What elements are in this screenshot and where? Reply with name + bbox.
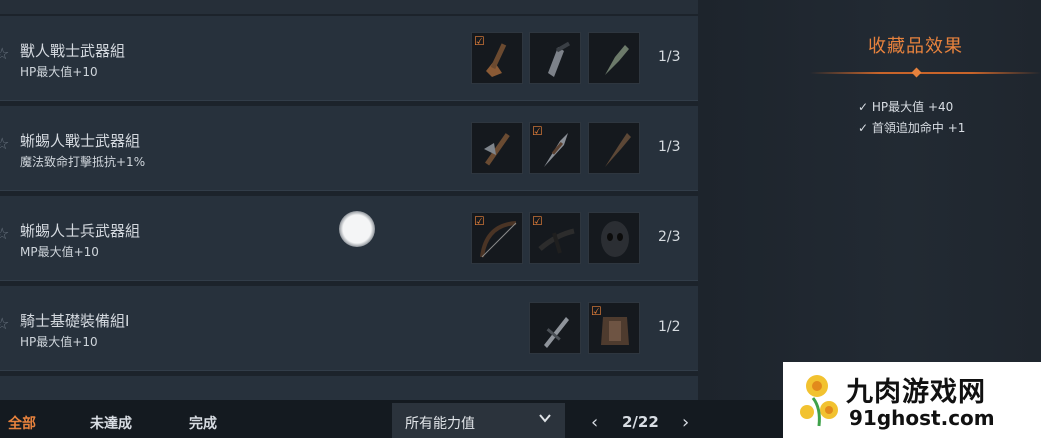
lizard-axe-icon[interactable] xyxy=(471,122,523,174)
set-name: 騎士基礎裝備組Ⅰ xyxy=(20,312,130,330)
owned-check-icon: ☑ xyxy=(591,304,602,318)
page-indicator: 2/22 xyxy=(622,413,659,431)
lizard-crossbow-icon[interactable]: ☑ xyxy=(529,212,581,264)
set-progress: 1/2 xyxy=(658,319,681,335)
collection-list: ☆ 獸人戰士武器組 HP最大值+10 ☑ 1/3 ☆ 蜥蜴人戰士武器組 魔法致命… xyxy=(0,0,698,400)
collection-row[interactable]: ☆ 獸人戰士武器組 HP最大值+10 ☑ 1/3 xyxy=(0,16,698,101)
favorite-star-icon[interactable]: ☆ xyxy=(0,224,9,243)
owned-check-icon: ☑ xyxy=(532,214,543,228)
owned-check-icon: ☑ xyxy=(532,124,543,138)
dropdown-value: 所有能力值 xyxy=(405,416,475,432)
watermark-url: 91ghost.com xyxy=(849,406,995,430)
knight-sword-icon[interactable] xyxy=(529,302,581,354)
flower-logo-icon xyxy=(800,375,838,427)
list-top-strip xyxy=(0,0,698,14)
set-bonus: MP最大值+10 xyxy=(20,245,99,259)
favorite-star-icon[interactable]: ☆ xyxy=(0,44,9,63)
effect-text: HP最大值 +40 xyxy=(871,100,954,114)
owned-check-icon: ☑ xyxy=(474,34,485,48)
set-bonus: 魔法致命打擊抵抗+1% xyxy=(20,155,146,169)
lizard-spear-icon[interactable]: ☑ xyxy=(529,122,581,174)
check-icon: ✓ xyxy=(858,121,869,135)
collection-row[interactable]: ☆ 騎士基礎裝備組Ⅰ HP最大值+10 ☑ 1/2 xyxy=(0,286,698,371)
orc-axe-icon[interactable]: ☑ xyxy=(471,32,523,84)
watermark: 九肉游戏网 91ghost.com xyxy=(783,362,1041,438)
collection-row[interactable]: ☆ 蜥蜴人戰士武器組 魔法致命打擊抵抗+1% ☑ 1/3 xyxy=(0,106,698,191)
knight-armor-icon[interactable]: ☑ xyxy=(588,302,640,354)
effect-item: ✓ HP最大值 +40 xyxy=(858,98,953,115)
set-progress: 1/3 xyxy=(658,49,681,65)
set-progress: 1/3 xyxy=(658,139,681,155)
filter-complete-tab[interactable]: 完成 xyxy=(189,413,217,433)
touch-cursor xyxy=(339,211,375,247)
check-icon: ✓ xyxy=(858,100,869,114)
set-progress: 2/3 xyxy=(658,229,681,245)
orc-dagger-icon[interactable] xyxy=(529,32,581,84)
lizard-club-icon[interactable] xyxy=(588,122,640,174)
owned-check-icon: ☑ xyxy=(474,214,485,228)
stat-filter-dropdown[interactable]: 所有能力值 xyxy=(392,403,565,438)
set-name: 蜥蜴人戰士武器組 xyxy=(20,132,141,150)
filter-all-tab[interactable]: 全部 xyxy=(8,413,36,433)
favorite-star-icon[interactable]: ☆ xyxy=(0,314,9,333)
effect-item: ✓ 首領追加命中 +1 xyxy=(858,119,965,136)
set-name: 蜥蜴人士兵武器組 xyxy=(20,222,141,240)
orc-club-icon[interactable] xyxy=(588,32,640,84)
lizard-bow-icon[interactable]: ☑ xyxy=(471,212,523,264)
effects-divider xyxy=(810,72,1041,74)
lizard-helmet-icon[interactable] xyxy=(588,212,640,264)
set-name: 獸人戰士武器組 xyxy=(20,42,126,60)
collection-row xyxy=(0,376,698,400)
next-page-button[interactable]: › xyxy=(682,412,689,433)
prev-page-button[interactable]: ‹ xyxy=(591,412,598,433)
effect-text: 首領追加命中 +1 xyxy=(871,121,966,135)
watermark-title: 九肉游戏网 xyxy=(846,377,986,408)
filter-incomplete-tab[interactable]: 未達成 xyxy=(90,413,132,433)
set-bonus: HP最大值+10 xyxy=(20,65,98,79)
effects-title: 收藏品效果 xyxy=(868,36,963,57)
chevron-down-icon xyxy=(539,414,551,423)
favorite-star-icon[interactable]: ☆ xyxy=(0,134,9,153)
set-bonus: HP最大值+10 xyxy=(20,335,98,349)
